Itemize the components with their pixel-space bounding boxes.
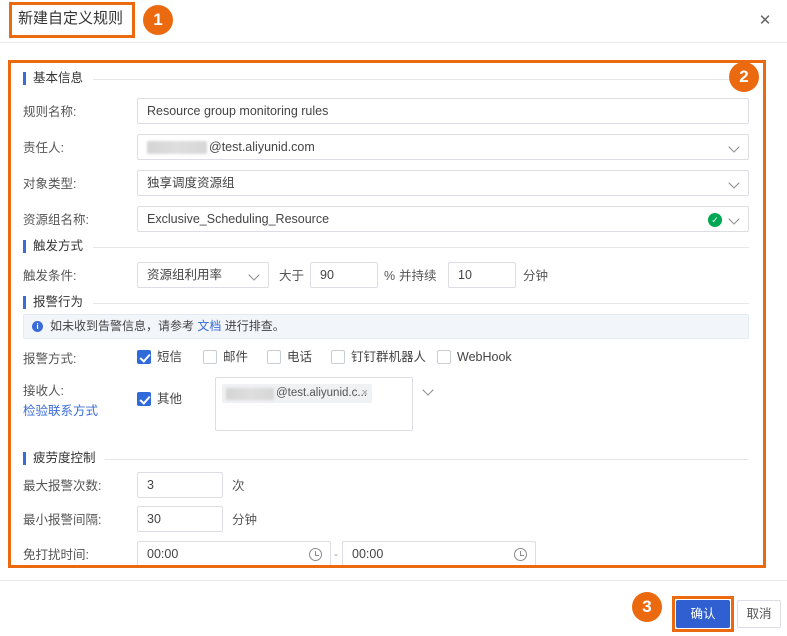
dialog-footer [0,580,787,636]
receiver-tag-select[interactable]: @test.aliyunid.c... × [215,377,413,431]
annotation-badge-1: 1 [143,5,173,35]
checkbox-box[interactable] [137,350,151,364]
rule-name-input[interactable]: Resource group monitoring rules [137,98,749,124]
annotation-badge-2: 2 [729,62,759,92]
masked-receiver-prefix [226,388,274,400]
checkbox-label: 电话 [287,350,313,364]
min-alarm-interval-input[interactable]: 30 [137,506,223,532]
object-type-value: 独享调度资源组 [147,176,235,190]
checkbox-box[interactable] [331,350,345,364]
chevron-down-icon[interactable] [729,214,740,225]
resource-group-value: Exclusive_Scheduling_Resource [147,212,330,226]
label-object-type: 对象类型: [23,177,77,191]
checkbox-label: 其他 [157,392,183,406]
dnd-end-value: 00:00 [352,547,384,561]
section-accent-bar [23,72,26,85]
checkbox-label: 钉钉群机器人 [351,350,427,364]
checkbox-box[interactable] [267,350,281,364]
section-title-fatigue: 疲劳度控制 [33,451,96,465]
section-header-fatigue: 疲劳度控制 [23,451,749,467]
cancel-button[interactable]: 取消 [737,600,781,628]
label-rule-name: 规则名称: [23,105,77,119]
section-accent-bar [23,452,26,465]
verify-contact-link[interactable]: 检验联系方式 [23,403,98,419]
tag-remove-icon[interactable]: × [362,384,368,403]
dialog-titlebar: 新建自定义规则 1 ✕ [0,0,787,43]
section-header-basic-info: 基本信息 [23,71,749,87]
banner-text-prefix: 如未收到告警信息，请参考 [50,319,198,333]
owner-select[interactable]: @test.aliyunid.com [137,134,749,160]
trigger-metric-value: 资源组利用率 [147,268,223,282]
page-title: 新建自定义规则 [18,10,124,27]
duration-input[interactable]: 10 [448,262,516,288]
section-title-basic-info: 基本信息 [33,71,84,85]
annotation-badge-3: 3 [632,592,662,622]
trigger-operator: 大于 [279,269,305,283]
dnd-start-value: 00:00 [147,547,179,561]
label-trigger-condition: 触发条件: [23,269,77,283]
chevron-down-icon[interactable] [729,142,740,153]
receiver-tag: @test.aliyunid.c... × [222,384,372,403]
close-icon[interactable]: ✕ [753,9,777,33]
section-header-trigger: 触发方式 [23,239,749,255]
section-divider [93,79,749,80]
alarm-info-banner: i 如未收到告警信息，请参考 文档 进行排查。 [23,314,749,339]
threshold-input[interactable]: 90 [310,262,378,288]
min-alarm-interval-unit: 分钟 [232,513,258,527]
rule-form: 基本信息 规则名称: Resource group monitoring rul… [11,63,763,565]
confirm-button[interactable]: 确认 [676,600,730,628]
label-alarm-method: 报警方式: [23,352,77,366]
object-type-select[interactable]: 独享调度资源组 [137,170,749,196]
checkbox-box[interactable] [137,392,151,406]
max-alarm-count-input[interactable]: 3 [137,472,223,498]
chevron-down-icon[interactable] [249,270,260,281]
label-max-alarm-count: 最大报警次数: [23,479,102,493]
section-header-alarm: 报警行为 [23,295,749,311]
clock-icon[interactable] [514,548,527,561]
label-resource-group: 资源组名称: [23,213,89,227]
section-accent-bar [23,240,26,253]
checkbox-label: WebHook [457,350,512,364]
section-accent-bar [23,296,26,309]
label-min-alarm-interval: 最小报警间隔: [23,513,102,527]
trigger-metric-select[interactable]: 资源组利用率 [137,262,269,288]
clock-icon[interactable] [309,548,322,561]
max-alarm-count-unit: 次 [232,479,245,493]
resource-group-select[interactable]: Exclusive_Scheduling_Resource ✓ [137,206,749,232]
checkbox-label: 邮件 [223,350,249,364]
checkbox-box[interactable] [437,350,451,364]
threshold-unit: % [384,269,396,283]
section-title-alarm: 报警行为 [33,295,84,309]
label-do-not-disturb: 免打扰时间: [23,548,89,562]
new-custom-rule-dialog: 新建自定义规则 1 ✕ 基本信息 规则名称: Resource group mo… [0,0,787,636]
section-title-trigger: 触发方式 [33,239,84,253]
label-owner: 责任人: [23,141,64,155]
checkbox-label: 短信 [157,350,183,364]
section-divider [93,247,749,248]
chevron-down-icon[interactable] [423,385,434,396]
section-divider [105,459,749,460]
banner-doc-link[interactable]: 文档 [197,319,221,333]
dnd-separator: - [334,547,338,561]
masked-owner-prefix [147,141,207,154]
dnd-end-time-input[interactable]: 00:00 [342,541,536,565]
section-divider [93,303,749,304]
label-receiver: 接收人: [23,384,64,398]
checkbox-box[interactable] [203,350,217,364]
check-circle-icon: ✓ [708,213,722,227]
duration-prefix: 并持续 [399,269,437,283]
dnd-start-time-input[interactable]: 00:00 [137,541,331,565]
banner-text-suffix: 进行排查。 [221,319,285,333]
chevron-down-icon[interactable] [729,178,740,189]
info-icon: i [32,321,43,332]
duration-unit: 分钟 [523,269,549,283]
